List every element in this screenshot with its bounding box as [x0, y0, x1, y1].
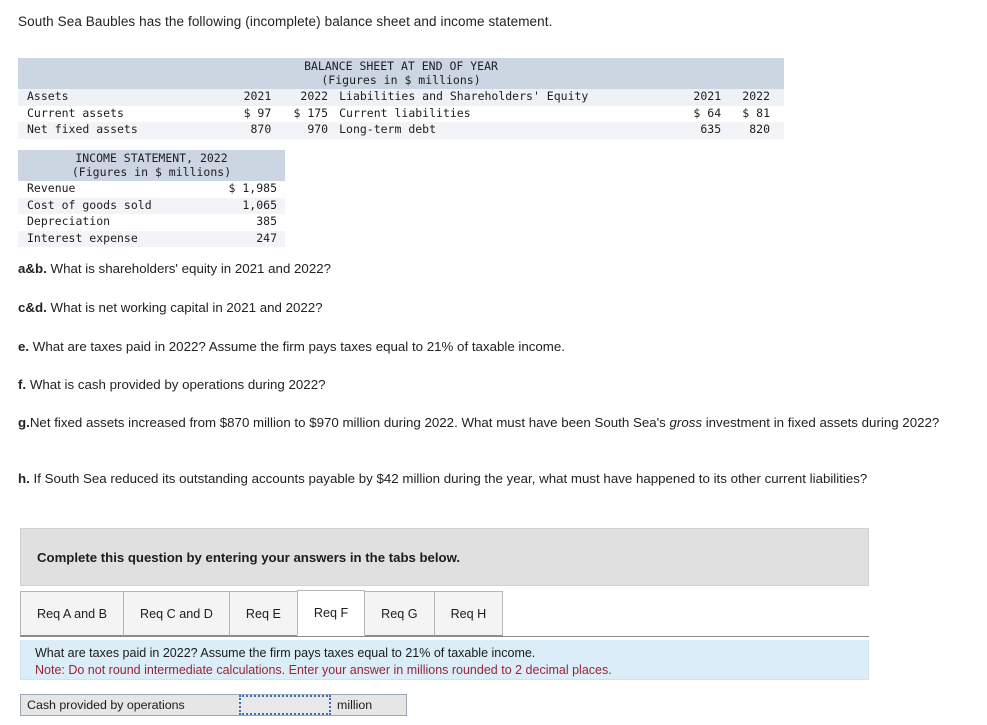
- cell-asset-label: Current assets: [18, 105, 211, 122]
- header-liabilities: Liabilities and Shareholders' Equity: [334, 89, 649, 106]
- balance-sheet-table: BALANCE SHEET AT END OF YEAR (Figures in…: [18, 58, 784, 139]
- question-cd: c&d. What is net working capital in 2021…: [18, 299, 323, 317]
- cell-label: Depreciation: [18, 214, 193, 231]
- answer-unit-label: million: [331, 695, 406, 715]
- tab-req-g[interactable]: Req G: [364, 591, 435, 636]
- cell-liab-2022: $ 81: [721, 105, 784, 122]
- cell-liab-2021: 635: [648, 122, 722, 139]
- balance-sheet-subtitle: (Figures in $ millions): [18, 74, 784, 89]
- cell-asset-2021: 870: [210, 122, 272, 139]
- question-f: f. What is cash provided by operations d…: [18, 376, 326, 394]
- question-g-text-part2: investment in fixed assets during 2022?: [702, 415, 940, 430]
- question-g-emphasis: gross: [669, 415, 703, 430]
- header-assets: Assets: [18, 89, 211, 106]
- cell-asset-2022: $ 175: [271, 105, 335, 122]
- income-statement-subtitle-row: (Figures in $ millions): [18, 166, 285, 181]
- table-row: Interest expense 247: [18, 230, 285, 247]
- income-statement-subtitle: (Figures in $ millions): [18, 166, 285, 181]
- answer-entry-row: Cash provided by operations million: [20, 694, 407, 716]
- question-g: g.Net fixed assets increased from $870 m…: [18, 414, 958, 432]
- cell-asset-2022: 970: [271, 122, 335, 139]
- cell-liab-2022: 820: [721, 122, 784, 139]
- answer-label: Cash provided by operations: [21, 695, 239, 715]
- balance-sheet-column-headers: Assets 2021 2022 Liabilities and Shareho…: [18, 89, 784, 106]
- question-e: e. What are taxes paid in 2022? Assume t…: [18, 338, 565, 356]
- header-liab-2022: 2022: [721, 89, 784, 106]
- question-f-text: What is cash provided by operations duri…: [26, 377, 326, 392]
- cell-liab-label: Current liabilities: [334, 105, 649, 122]
- intro-text: South Sea Baubles has the following (inc…: [18, 14, 553, 29]
- instruction-panel: What are taxes paid in 2022? Assume the …: [20, 640, 869, 680]
- header-assets-2022: 2022: [271, 89, 335, 106]
- income-statement-table: INCOME STATEMENT, 2022 (Figures in $ mil…: [18, 150, 285, 247]
- tab-req-e[interactable]: Req E: [228, 591, 298, 636]
- cell-value: $ 1,985: [193, 181, 285, 198]
- question-h: h. If South Sea reduced its outstanding …: [18, 470, 963, 488]
- table-row: Cost of goods sold 1,065: [18, 197, 285, 214]
- question-g-prefix: g.: [18, 415, 30, 430]
- tab-req-a-and-b[interactable]: Req A and B: [20, 591, 125, 636]
- cell-asset-label: Net fixed assets: [18, 122, 211, 139]
- cell-value: 385: [193, 214, 285, 231]
- cell-liab-label: Long-term debt: [334, 122, 649, 139]
- question-h-prefix: h.: [18, 471, 30, 486]
- question-g-text-part1: Net fixed assets increased from $870 mil…: [29, 415, 670, 430]
- question-ab-text: What is shareholders' equity in 2021 and…: [46, 261, 332, 276]
- instruction-question-text: What are taxes paid in 2022? Assume the …: [35, 646, 536, 660]
- tab-req-h[interactable]: Req H: [433, 591, 504, 636]
- question-ab: a&b. What is shareholders' equity in 202…: [18, 260, 331, 278]
- cell-value: 1,065: [193, 197, 285, 214]
- question-cd-prefix: c&d.: [18, 300, 47, 315]
- question-f-prefix: f.: [18, 377, 27, 392]
- cell-liab-2021: $ 64: [648, 105, 722, 122]
- instruction-note-text: Note: Do not round intermediate calculat…: [35, 662, 612, 677]
- cell-asset-2021: $ 97: [210, 105, 272, 122]
- header-liab-2021: 2021: [648, 89, 722, 106]
- cell-label: Cost of goods sold: [18, 197, 193, 214]
- cell-label: Revenue: [18, 181, 193, 198]
- question-ab-prefix: a&b.: [18, 261, 47, 276]
- table-row: Current assets $ 97 $ 175 Current liabil…: [18, 105, 784, 122]
- question-h-text: If South Sea reduced its outstanding acc…: [29, 471, 868, 486]
- complete-question-banner: Complete this question by entering your …: [20, 528, 869, 586]
- answer-input[interactable]: [239, 695, 331, 715]
- table-row: Depreciation 385: [18, 214, 285, 231]
- cell-value: 247: [193, 230, 285, 247]
- question-e-text: What are taxes paid in 2022? Assume the …: [29, 339, 565, 354]
- balance-sheet-subtitle-row: (Figures in $ millions): [18, 74, 784, 89]
- tab-req-c-and-d[interactable]: Req C and D: [123, 591, 230, 636]
- cell-label: Interest expense: [18, 230, 193, 247]
- question-page: South Sea Baubles has the following (inc…: [0, 0, 987, 725]
- header-assets-2021: 2021: [210, 89, 272, 106]
- complete-question-text: Complete this question by entering your …: [37, 549, 461, 565]
- question-cd-text: What is net working capital in 2021 and …: [46, 300, 323, 315]
- requirement-tabs: Req A and B Req C and D Req E Req F Req …: [20, 590, 869, 637]
- table-row: Net fixed assets 870 970 Long-term debt …: [18, 122, 784, 139]
- question-e-prefix: e.: [18, 339, 30, 354]
- tab-req-f[interactable]: Req F: [296, 590, 366, 636]
- table-row: Revenue $ 1,985: [18, 181, 285, 198]
